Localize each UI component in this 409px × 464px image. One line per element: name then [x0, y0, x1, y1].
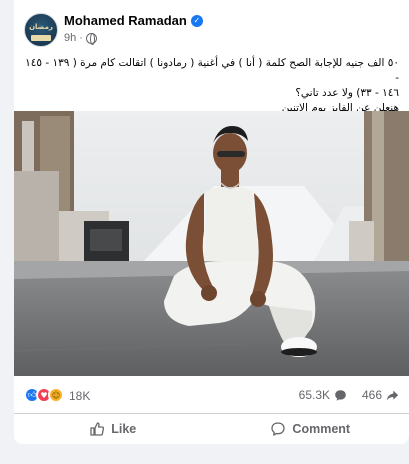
post-photo-image — [14, 111, 409, 376]
thumbs-up-icon — [90, 422, 105, 436]
comments-stat[interactable]: 65.3K — [299, 388, 347, 402]
avatar-logo-base — [31, 35, 51, 41]
shares-count: 466 — [361, 388, 382, 402]
haha-reaction-icon: ☺ — [48, 387, 64, 403]
shares-stat[interactable]: 466 — [362, 388, 399, 402]
author-row: Mohamed Ramadan ✓ — [64, 13, 203, 28]
like-button-label: Like — [111, 422, 137, 436]
comment-bubble-icon — [335, 389, 346, 401]
post-header: رمضان Mohamed Ramadan ✓ 9h · — [14, 0, 409, 56]
comment-bubble-icon — [271, 422, 286, 436]
post-time[interactable]: 9h — [64, 32, 76, 44]
comment-button[interactable]: Comment — [212, 414, 409, 444]
comments-count: 65.3K — [298, 388, 330, 402]
post-meta: 9h · — [64, 32, 97, 45]
like-button[interactable]: Like — [14, 414, 212, 444]
globe-icon — [85, 32, 97, 45]
verified-badge-icon: ✓ — [190, 14, 203, 27]
post-card: رمضان Mohamed Ramadan ✓ 9h · ٥٠ الف جنيه… — [14, 0, 409, 444]
share-arrow-icon — [386, 390, 399, 400]
avatar[interactable]: رمضان — [24, 13, 58, 47]
author-name[interactable]: Mohamed Ramadan — [64, 13, 187, 28]
post-photo[interactable] — [14, 111, 409, 376]
reaction-icons[interactable]: 👍︎ ♥ ☺ — [24, 387, 64, 403]
comment-button-label: Comment — [292, 422, 351, 436]
post-text-line: ٥٠ الف جنيه للإجابة الصح كلمة ( أنا ) في… — [25, 57, 399, 84]
action-buttons: Like Comment — [14, 414, 409, 444]
reactions-count[interactable]: 18K — [69, 389, 90, 403]
meta-separator: · — [79, 32, 83, 44]
reactions-bar: 👍︎ ♥ ☺ 18K 65.3K 466 — [14, 376, 409, 414]
avatar-logo-text: رمضان — [29, 23, 53, 31]
post-text-line: ١٤٦ - ٣٣) ولا عدد تاني؟ — [295, 87, 399, 99]
post-text: ٥٠ الف جنيه للإجابة الصح كلمة ( أنا ) في… — [22, 56, 399, 116]
